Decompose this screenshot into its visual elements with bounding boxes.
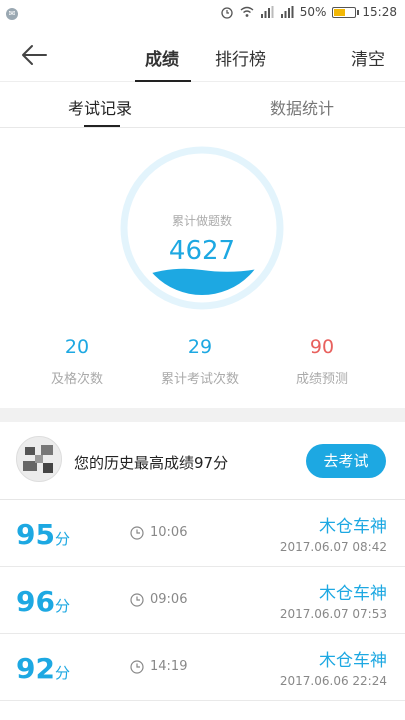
record-time: 10:06 [130, 525, 187, 540]
signal-icon-2 [280, 6, 294, 18]
stat-value: 29 [187, 336, 213, 358]
gauge-label: 累计做题数 [171, 214, 232, 228]
stat-label: 累计考试次数 [160, 372, 239, 387]
avatar[interactable] [16, 436, 62, 482]
score-unit: 分 [54, 597, 70, 615]
record-time: 14:19 [130, 659, 187, 674]
user-name: 木仓车神 [319, 651, 387, 671]
record-date: 2017.06.06 22:24 [279, 674, 387, 688]
score-value: 96 [16, 585, 55, 618]
score: 96分 [16, 585, 70, 618]
signal-icon [260, 6, 274, 18]
take-exam-button[interactable]: 去考试 [306, 444, 386, 478]
stat-label: 成绩预测 [295, 372, 348, 387]
score-value: 92 [16, 652, 55, 685]
score: 95分 [16, 518, 70, 551]
stat-pass-count: 20 及格次数 [17, 336, 137, 387]
time-text: 09:06 [150, 592, 188, 607]
tab-data-stats[interactable]: 数据统计 [270, 95, 334, 119]
list-item[interactable]: 92分 14:19 木仓车神 2017.06.06 22:24 [0, 634, 405, 701]
score-value: 95 [16, 518, 55, 551]
status-icons: 50% 15:28 [220, 5, 397, 19]
clear-button[interactable]: 清空 [351, 45, 385, 70]
gauge-value: 4627 [168, 236, 236, 266]
wifi-icon [240, 6, 254, 17]
exam-record-list: 95分 10:06 木仓车神 2017.06.07 08:42 96分 09:0… [0, 500, 405, 701]
record-time: 09:06 [130, 592, 187, 607]
stat-label: 及格次数 [50, 372, 103, 387]
list-item[interactable]: 95分 10:06 木仓车神 2017.06.07 08:42 [0, 500, 405, 567]
user-name: 木仓车神 [319, 584, 387, 604]
clock-icon [130, 659, 144, 674]
clock-time: 15:28 [362, 5, 397, 19]
best-score-row: 您的历史最高成绩97分 去考试 [0, 422, 405, 500]
time-text: 14:19 [150, 659, 188, 674]
status-bar: ✉ 50% 15:28 [0, 0, 405, 28]
list-item[interactable]: 96分 09:06 木仓车神 2017.06.07 07:53 [0, 567, 405, 634]
question-count-gauge: 累计做题数 4627 [120, 146, 284, 310]
tab-exam-records[interactable]: 考试记录 [68, 95, 132, 119]
back-arrow-icon[interactable] [18, 40, 52, 70]
record-date: 2017.06.07 08:42 [279, 540, 387, 554]
subtab-active-indicator [84, 125, 120, 127]
tab-ranking[interactable]: 排行榜 [215, 45, 266, 70]
record-date: 2017.06.07 07:53 [279, 607, 387, 621]
stat-prediction: 90 成绩预测 [262, 336, 382, 387]
notification-icon: ✉ [6, 8, 18, 20]
section-divider [0, 408, 405, 422]
best-score-text: 您的历史最高成绩97分 [74, 454, 229, 472]
tab-scores[interactable]: 成绩 [145, 45, 179, 70]
score-unit: 分 [54, 530, 70, 548]
stat-value: 20 [64, 336, 90, 358]
summary-section: 累计做题数 4627 20 及格次数 29 累计考试次数 90 成绩预测 [0, 128, 405, 408]
sub-tabs: 考试记录 数据统计 [0, 82, 405, 128]
battery-percent: 50% [299, 5, 327, 19]
top-navigation: 成绩 排行榜 清空 [0, 28, 405, 82]
alarm-icon [221, 7, 233, 19]
clock-icon [130, 525, 144, 540]
battery-icon [332, 6, 360, 18]
avatar-image-icon [17, 437, 61, 481]
score-unit: 分 [54, 664, 70, 682]
stat-exam-count: 29 累计考试次数 [140, 336, 260, 387]
stat-value: 90 [309, 336, 335, 358]
clock-icon [130, 592, 144, 607]
user-name: 木仓车神 [319, 517, 387, 537]
time-text: 10:06 [150, 525, 188, 540]
score: 92分 [16, 652, 70, 685]
